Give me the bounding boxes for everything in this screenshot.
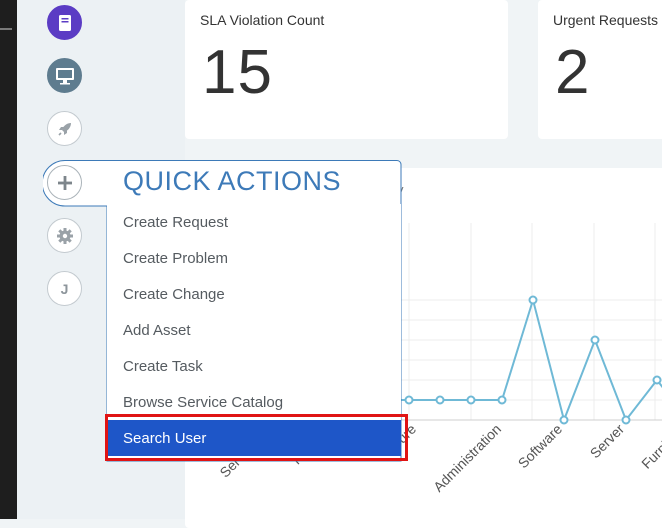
search-user-item[interactable]: Search User xyxy=(107,420,401,456)
add-asset-item[interactable]: Add Asset xyxy=(107,312,401,348)
data-point xyxy=(528,295,538,305)
data-point xyxy=(497,395,507,405)
create-task-item[interactable]: Create Task xyxy=(107,348,401,384)
create-request-item[interactable]: Create Request xyxy=(107,204,401,240)
urgent-card-title: Urgent Requests xyxy=(553,12,659,28)
x-tick-label: Furniture xyxy=(638,421,662,472)
add-icon[interactable] xyxy=(47,165,82,200)
book-icon[interactable] xyxy=(47,5,82,40)
data-point xyxy=(590,335,600,345)
left-window-edge xyxy=(0,0,17,519)
quick-actions-panel: QUICK ACTIONS Create Request Create Prob… xyxy=(43,160,402,462)
urgent-card-value: 2 xyxy=(555,38,591,107)
rocket-icon[interactable] xyxy=(47,111,82,146)
x-tick-label: Software xyxy=(515,421,566,472)
x-tick-label: Administration xyxy=(430,421,504,495)
sla-card-title: SLA Violation Count xyxy=(200,12,325,28)
quick-actions-title: QUICK ACTIONS xyxy=(123,166,342,196)
data-point xyxy=(559,415,569,425)
data-point xyxy=(652,375,662,385)
create-change-item[interactable]: Create Change xyxy=(107,276,401,312)
x-tick-label: Server xyxy=(587,421,628,462)
data-point xyxy=(435,395,445,405)
data-point xyxy=(621,415,631,425)
monitor-icon[interactable] xyxy=(47,58,82,93)
window-edge-marker xyxy=(0,28,12,30)
sla-violation-card[interactable]: SLA Violation Count 15 xyxy=(185,0,508,139)
create-problem-item[interactable]: Create Problem xyxy=(107,240,401,276)
sla-card-value: 15 xyxy=(202,38,273,107)
data-point xyxy=(404,395,414,405)
urgent-requests-card[interactable]: Urgent Requests 2 xyxy=(538,0,662,139)
browse-service-catalog-item[interactable]: Browse Service Catalog xyxy=(107,384,401,420)
data-point xyxy=(466,395,476,405)
